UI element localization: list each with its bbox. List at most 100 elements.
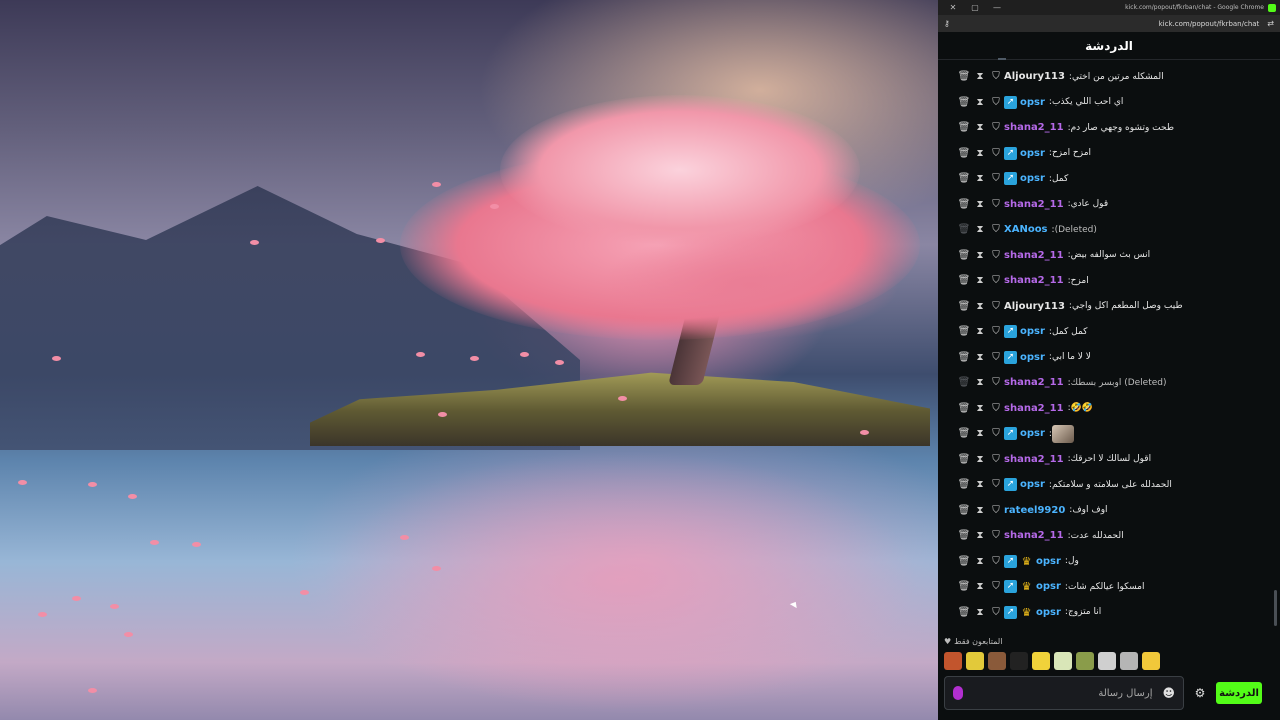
delete-message-icon[interactable]: 🗑: [956, 352, 972, 363]
chat-username[interactable]: opsr: [1036, 556, 1061, 567]
delete-message-icon[interactable]: 🗑: [956, 71, 972, 82]
chat-username[interactable]: opsr: [1036, 581, 1061, 592]
chat-username[interactable]: XANoos: [1004, 224, 1048, 235]
chat-message[interactable]: 🗑 ⧗ ⛉ ➚ ♛ opsr: انا متزوج: [938, 600, 1280, 626]
delete-message-icon[interactable]: 🗑: [956, 428, 972, 439]
settings-gear-icon[interactable]: ⚙: [1190, 686, 1210, 700]
timeout-user-icon[interactable]: ⧗: [972, 97, 988, 108]
timeout-user-icon[interactable]: ⧗: [972, 403, 988, 414]
chat-message[interactable]: 🗑 ⧗ ⛉ ➚ opsr: لا لا ما ابي: [938, 345, 1280, 371]
ban-user-icon[interactable]: ⛉: [988, 224, 1004, 235]
timeout-user-icon[interactable]: ⧗: [972, 326, 988, 337]
timeout-user-icon[interactable]: ⧗: [972, 556, 988, 567]
ban-user-icon[interactable]: ⛉: [988, 581, 1004, 592]
ban-user-icon[interactable]: ⛉: [988, 505, 1004, 516]
timeout-user-icon[interactable]: ⧗: [972, 173, 988, 184]
delete-message-icon[interactable]: 🗑: [956, 505, 972, 516]
chat-message-input[interactable]: إرسال رسالة ☻: [944, 676, 1184, 710]
chat-username[interactable]: opsr: [1036, 607, 1061, 618]
timeout-user-icon[interactable]: ⧗: [972, 275, 988, 286]
timeout-user-icon[interactable]: ⧗: [972, 454, 988, 465]
delete-message-icon[interactable]: 🗑: [956, 250, 972, 261]
ban-user-icon[interactable]: ⛉: [988, 122, 1004, 133]
ban-user-icon[interactable]: ⛉: [988, 71, 1004, 82]
emote-7[interactable]: [1076, 652, 1094, 670]
chat-message[interactable]: 🗑 ⧗ ⛉ ➚ opsr: كمل كمل: [938, 319, 1280, 345]
timeout-user-icon[interactable]: ⧗: [972, 479, 988, 490]
emote-8[interactable]: [1098, 652, 1116, 670]
delete-message-icon[interactable]: 🗑: [956, 607, 972, 618]
timeout-user-icon[interactable]: ⧗: [972, 224, 988, 235]
ban-user-icon[interactable]: ⛉: [988, 97, 1004, 108]
ban-user-icon[interactable]: ⛉: [988, 454, 1004, 465]
timeout-user-icon[interactable]: ⧗: [972, 122, 988, 133]
chat-username[interactable]: shana2_11: [1004, 377, 1064, 388]
delete-message-icon[interactable]: 🗑: [956, 377, 972, 388]
emote-2[interactable]: [966, 652, 984, 670]
chat-message[interactable]: 🗑 ⧗ ⛉ shana2_11: انس بث سوالفه بيض: [938, 243, 1280, 269]
chat-message[interactable]: 🗑 ⧗ ⛉ ➚ ♛ opsr: امسكوا عيالكم شات: [938, 574, 1280, 600]
ban-user-icon[interactable]: ⛉: [988, 530, 1004, 541]
chat-username[interactable]: opsr: [1020, 326, 1045, 337]
chat-message[interactable]: 🗑 ⧗ ⛉ shana2_11: اوبسر بسطك (Deleted): [938, 370, 1280, 396]
microphone-icon[interactable]: [953, 686, 963, 700]
chat-username[interactable]: opsr: [1020, 173, 1045, 184]
ban-user-icon[interactable]: ⛉: [988, 326, 1004, 337]
chat-message[interactable]: 🗑 ⧗ ⛉ ➚ ♛ opsr: ول: [938, 549, 1280, 575]
close-window-icon[interactable]: ✕: [942, 3, 964, 12]
delete-message-icon[interactable]: 🗑: [956, 224, 972, 235]
delete-message-icon[interactable]: 🗑: [956, 148, 972, 159]
chat-message[interactable]: 🗑 ⧗ ⛉ shana2_11: الحمدلله عدت: [938, 523, 1280, 549]
chat-username[interactable]: Aljoury113: [1004, 71, 1065, 82]
delete-message-icon[interactable]: 🗑: [956, 454, 972, 465]
chat-message[interactable]: 🗑 ⧗ ⛉ ➚ opsr: اي احب اللي يكذب: [938, 90, 1280, 116]
emote-4[interactable]: [1010, 652, 1028, 670]
chat-username[interactable]: shana2_11: [1004, 275, 1064, 286]
timeout-user-icon[interactable]: ⧗: [972, 250, 988, 261]
chat-username[interactable]: shana2_11: [1004, 199, 1064, 210]
timeout-user-icon[interactable]: ⧗: [972, 148, 988, 159]
ban-user-icon[interactable]: ⛉: [988, 377, 1004, 388]
chat-username[interactable]: opsr: [1020, 479, 1045, 490]
emote-5[interactable]: [1032, 652, 1050, 670]
address-url[interactable]: kick.com/popout/fkrban/chat: [958, 20, 1267, 28]
ban-user-icon[interactable]: ⛉: [988, 148, 1004, 159]
chat-message[interactable]: 🗑 ⧗ ⛉ shana2_11: قول عادي: [938, 192, 1280, 218]
emote-10[interactable]: [1142, 652, 1160, 670]
delete-message-icon[interactable]: 🗑: [956, 326, 972, 337]
delete-message-icon[interactable]: 🗑: [956, 530, 972, 541]
emote-6[interactable]: [1054, 652, 1072, 670]
emoji-icon[interactable]: ☻: [1162, 686, 1175, 700]
chat-message[interactable]: 🗑 ⧗ ⛉ ➚ opsr: امزح امزح: [938, 141, 1280, 167]
chat-username[interactable]: opsr: [1020, 428, 1045, 439]
chat-message[interactable]: 🗑 ⧗ ⛉ ➚ opsr:: [938, 421, 1280, 447]
ban-user-icon[interactable]: ⛉: [988, 403, 1004, 414]
delete-message-icon[interactable]: 🗑: [956, 275, 972, 286]
delete-message-icon[interactable]: 🗑: [956, 173, 972, 184]
chat-username[interactable]: shana2_11: [1004, 403, 1064, 414]
ban-user-icon[interactable]: ⛉: [988, 250, 1004, 261]
ban-user-icon[interactable]: ⛉: [988, 607, 1004, 618]
send-chat-button[interactable]: الدردشة: [1216, 682, 1262, 704]
ban-user-icon[interactable]: ⛉: [988, 173, 1004, 184]
maximize-window-icon[interactable]: ▢: [964, 3, 986, 12]
ban-user-icon[interactable]: ⛉: [988, 275, 1004, 286]
timeout-user-icon[interactable]: ⧗: [972, 530, 988, 541]
chat-username[interactable]: opsr: [1020, 148, 1045, 159]
delete-message-icon[interactable]: 🗑: [956, 581, 972, 592]
delete-message-icon[interactable]: 🗑: [956, 122, 972, 133]
chat-username[interactable]: shana2_11: [1004, 250, 1064, 261]
chat-scrollbar[interactable]: [1274, 590, 1277, 626]
chat-message[interactable]: 🗑 ⧗ ⛉ shana2_11: طحت وتشوه وجهي صار دم: [938, 115, 1280, 141]
delete-message-icon[interactable]: 🗑: [956, 199, 972, 210]
chat-message[interactable]: 🗑 ⧗ ⛉ rateel9920: اوف اوف: [938, 498, 1280, 524]
chat-username[interactable]: opsr: [1020, 97, 1045, 108]
timeout-user-icon[interactable]: ⧗: [972, 199, 988, 210]
timeout-user-icon[interactable]: ⧗: [972, 428, 988, 439]
chat-username[interactable]: shana2_11: [1004, 454, 1064, 465]
ban-user-icon[interactable]: ⛉: [988, 352, 1004, 363]
timeout-user-icon[interactable]: ⧗: [972, 352, 988, 363]
timeout-user-icon[interactable]: ⧗: [972, 301, 988, 312]
chat-message[interactable]: 🗑 ⧗ ⛉ shana2_11: 🤣🤣: [938, 396, 1280, 422]
timeout-user-icon[interactable]: ⧗: [972, 71, 988, 82]
